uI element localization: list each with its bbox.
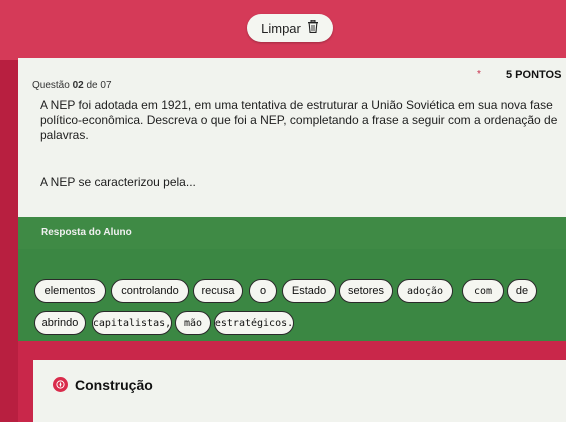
word-chip[interactable]: controlando: [111, 279, 189, 303]
word-chip[interactable]: elementos: [34, 279, 106, 303]
word-chip[interactable]: setores: [339, 279, 393, 303]
question-prompt: A NEP se caracterizou pela...: [40, 175, 196, 189]
answer-label: Resposta do Aluno: [41, 227, 132, 238]
left-margin: [0, 60, 18, 422]
question-label: Questão 02 de 07: [32, 80, 112, 91]
word-pool: elementos controlando recusa o Estado se…: [18, 249, 566, 341]
question-text: A NEP foi adotada em 1921, em uma tentat…: [40, 98, 558, 142]
question-number: 02: [72, 80, 84, 91]
clear-button[interactable]: Limpar: [247, 14, 333, 42]
compass-icon: [53, 377, 68, 392]
question-total: de 07: [86, 80, 112, 91]
points-badge: 5 PONTOS: [506, 69, 562, 81]
word-chip[interactable]: o: [249, 279, 277, 303]
word-chip[interactable]: Estado: [282, 279, 336, 303]
section-title: Construção: [75, 377, 153, 393]
word-chip[interactable]: abrindo: [34, 311, 86, 335]
word-chip[interactable]: adoção: [397, 279, 453, 303]
required-star-icon: *: [477, 69, 481, 80]
question-label-prefix: Questão: [32, 80, 70, 91]
word-chip[interactable]: mão: [175, 311, 211, 335]
clear-button-label: Limpar: [261, 20, 301, 36]
word-chip[interactable]: de: [507, 279, 537, 303]
word-chip[interactable]: estratégicos.: [214, 311, 294, 335]
answer-drop-area[interactable]: Resposta do Aluno: [18, 217, 566, 249]
word-chip[interactable]: capitalistas,: [92, 311, 172, 335]
word-chip[interactable]: recusa: [193, 279, 243, 303]
word-chip[interactable]: com: [462, 279, 504, 303]
trash-icon: [307, 19, 319, 36]
section-card: Construção: [33, 360, 566, 422]
